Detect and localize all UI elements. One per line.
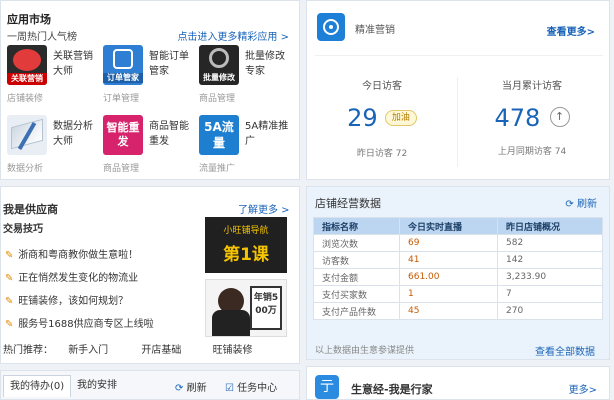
checklist-icon: ☑ xyxy=(225,383,234,394)
supplier-panel: 我是供应商 了解更多 > 交易技巧 ✎ 浙商和粤商教你做生意啦！ ✎ 正在悄然发… xyxy=(0,186,300,364)
pencil-icon: ✎ xyxy=(5,296,14,307)
app-market-title: 应用市场 xyxy=(7,13,51,26)
hot-item-decoration[interactable]: 旺铺装修 xyxy=(213,345,253,356)
app-item-guanlian[interactable]: 关联营销 关联营销大师 店铺装修 xyxy=(7,45,103,107)
precision-marketing-logo-icon xyxy=(317,13,345,41)
visitors-more-link[interactable]: 查看更多> xyxy=(547,23,595,38)
today-visitors-value: 29 xyxy=(347,104,378,132)
trade-tips-title: 交易技巧 xyxy=(3,224,43,235)
biz-more-link[interactable]: 更多> xyxy=(569,381,597,396)
supplier-title: 我是供应商 xyxy=(3,203,58,216)
visitor-panel: 精准营销 查看更多> 今日访客 29 加油 昨日访客 72 当月累计访客 478… xyxy=(306,0,610,180)
app-item-batch[interactable]: 批量修改 批量修改专家 商品管理 xyxy=(199,45,295,107)
store-data-panel: 店铺经营数据 ⟳ 刷新 指标名称 今日实时直播 昨日店铺概况 浏览次数 69 582… xyxy=(306,186,610,360)
hot-label: 热门推荐： xyxy=(3,345,53,356)
app-name: 商品智能重发 xyxy=(149,121,189,147)
col-header: 今日实时直播 xyxy=(399,217,498,235)
table-row: 支付产品件数 45 270 xyxy=(313,302,603,320)
month-visitors-value: 478 xyxy=(494,104,541,132)
app-name: 智能订单管家 xyxy=(149,51,189,77)
today-visitors: 今日访客 29 加油 昨日访客 72 xyxy=(307,77,457,159)
app-market-panel: 应用市场 一周热门人气榜 点击进入更多精彩应用 > 关联营销 关联营销大师 店铺… xyxy=(0,0,300,180)
app-category: 流量推广 xyxy=(199,164,236,174)
app-icon-guanlian: 关联营销 xyxy=(7,45,47,85)
app-market-more-link[interactable]: 点击进入更多精彩应用 > xyxy=(177,28,289,43)
tip-item[interactable]: ✎ 服务号1688供应商专区上线啦 xyxy=(5,315,154,330)
table-row: 支付买家数 1 7 xyxy=(313,285,603,303)
app-category: 订单管理 xyxy=(103,94,140,104)
last-month-visitors-value: 74 xyxy=(554,147,567,157)
app-name: 数据分析大师 xyxy=(53,121,93,147)
app-icon-repost: 智能重发 xyxy=(103,115,143,155)
hot-item-newbie[interactable]: 新手入门 xyxy=(68,345,108,356)
store-refresh-button[interactable]: ⟳ 刷新 xyxy=(565,195,597,210)
pencil-icon: ✎ xyxy=(5,250,14,261)
app-category: 商品管理 xyxy=(199,94,236,104)
pencil-icon: ✎ xyxy=(5,273,14,284)
pencil-icon: ✎ xyxy=(5,319,14,330)
app-item-order[interactable]: 订单管家 智能订单管家 订单管理 xyxy=(103,45,199,107)
app-name: 5A精准推广 xyxy=(245,121,289,147)
boost-button[interactable]: 加油 xyxy=(384,110,417,126)
biz-title: 生意经-我是行家 xyxy=(351,383,433,396)
app-icon-batch: 批量修改 xyxy=(199,45,239,85)
biz-panel: 亍 生意经-我是行家 更多> xyxy=(306,366,610,400)
precision-marketing-title: 精准营销 xyxy=(355,25,395,36)
video-thumbnail-sales[interactable]: 年销500万 xyxy=(205,279,287,337)
col-header: 昨日店铺概况 xyxy=(497,217,603,235)
app-market-subtitle: 一周热门人气榜 xyxy=(7,32,77,43)
app-icon-data xyxy=(7,115,47,155)
store-data-title: 店铺经营数据 xyxy=(315,197,381,210)
tip-item[interactable]: ✎ 浙商和粤商教你做生意啦！ xyxy=(5,246,138,261)
view-all-data-link[interactable]: 查看全部数据 xyxy=(535,343,595,358)
todo-refresh-button[interactable]: ⟳ 刷新 xyxy=(175,379,207,394)
arrow-up-icon: ↑ xyxy=(549,107,570,127)
col-header: 指标名称 xyxy=(313,217,400,235)
refresh-icon: ⟳ xyxy=(565,199,574,210)
video-thumbnail-lesson1[interactable]: 小旺铺导航 第1课 xyxy=(205,217,287,273)
app-name: 批量修改专家 xyxy=(245,51,285,77)
app-name: 关联营销大师 xyxy=(53,51,93,77)
business-logo-icon: 亍 xyxy=(315,375,339,399)
app-item-repost[interactable]: 智能重发 商品智能重发 商品管理 xyxy=(103,115,199,177)
app-item-data[interactable]: 数据分析大师 数据分析 xyxy=(7,115,103,177)
tip-item[interactable]: ✎ 正在悄然发生变化的物流业 xyxy=(5,269,138,284)
app-category: 商品管理 xyxy=(103,164,140,174)
task-center-button[interactable]: ☑ 任务中心 xyxy=(225,379,277,394)
app-item-5a[interactable]: 5A流量 5A精准推广 流量推广 xyxy=(199,115,295,177)
table-row: 浏览次数 69 582 xyxy=(313,234,603,252)
app-icon-order: 订单管家 xyxy=(103,45,143,85)
app-category: 数据分析 xyxy=(7,164,44,174)
app-category: 店铺装修 xyxy=(7,94,44,104)
tab-my-todo[interactable]: 我的待办(0) xyxy=(3,375,72,397)
yesterday-visitors-value: 72 xyxy=(395,149,408,159)
hot-item-basics[interactable]: 开店基础 xyxy=(141,345,181,356)
table-row: 支付金额 661.00 3,233.90 xyxy=(313,268,603,286)
store-data-footnote: 以上数据由生意参谋提供 xyxy=(315,346,415,356)
table-row: 访客数 41 142 xyxy=(313,251,603,269)
tip-item[interactable]: ✎ 旺铺装修，该如何规划？ xyxy=(5,292,128,307)
tab-my-schedule[interactable]: 我的安排 xyxy=(71,375,123,397)
app-icon-5a: 5A流量 xyxy=(199,115,239,155)
store-data-table: 指标名称 今日实时直播 昨日店铺概况 浏览次数 69 582 访客数 41 142 支付… xyxy=(313,217,603,320)
hot-recommend: 热门推荐： 新手入门 开店基础 旺铺装修 xyxy=(3,341,253,356)
todo-panel: 我的待办(0) 我的安排 ⟳ 刷新 ☑ 任务中心 xyxy=(0,370,300,400)
refresh-icon: ⟳ xyxy=(175,383,184,394)
supplier-more-link[interactable]: 了解更多 > xyxy=(238,201,290,216)
month-visitors: 当月累计访客 478 ↑ 上月同期访客 74 xyxy=(457,77,607,157)
